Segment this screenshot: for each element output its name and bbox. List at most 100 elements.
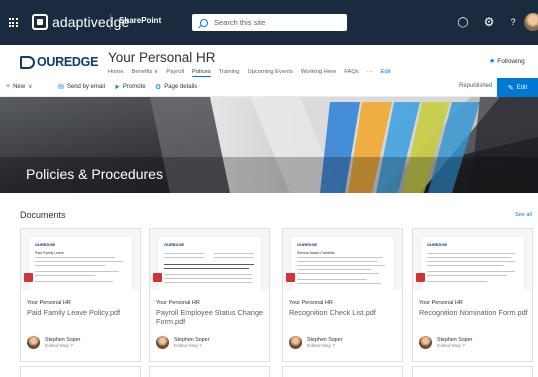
site-logo[interactable]: OUREDGE [20,55,98,69]
page-details-button[interactable]: ⚙ Page details [155,83,197,91]
thumbnail-logo: OUREDGE [164,242,185,247]
bell-icon[interactable]: ◯ [455,14,471,30]
send-by-email-button[interactable]: ✉ Send by email [58,83,105,91]
card-file-name[interactable]: Payroll Employee Status Change Form.pdf [156,308,266,326]
nav-item-home[interactable]: Home [108,69,123,77]
brand-logo[interactable]: adaptivedge [32,11,129,33]
command-bar: + New ∨ ✉ Send by email ➤ Promote ⚙ Page… [0,78,538,97]
thumbnail-heading: Service Award Checklist [297,251,335,255]
document-card[interactable] [412,366,533,377]
edited-date: Edited May 7 [45,343,73,349]
text-line [164,274,252,275]
documents-heading: Documents [20,210,66,220]
nav-item-upcoming-events[interactable]: Upcoming Events [247,69,292,77]
document-card[interactable] [20,366,141,377]
document-card[interactable] [149,366,270,377]
text-line [35,271,119,272]
document-card[interactable]: OUREDGE Service Award Checklist Your Per… [282,228,403,362]
nav-more-icon[interactable]: ··· [367,69,373,77]
card-author: Stephen Soper Edited May 7 [156,336,209,349]
promote-label: Promote [122,84,146,90]
document-thumbnail: OUREDGE Paid Family Leave [21,229,140,290]
document-page-preview: OUREDGE Service Award Checklist [291,237,394,290]
card-site-name: Your Personal HR [156,300,200,306]
search-input[interactable]: Search this site [214,18,265,27]
thumbnail-logo: OUREDGE [35,242,56,247]
text-line [35,261,123,262]
promote-button[interactable]: ➤ Promote [114,83,146,91]
send-label: Send by email [66,84,105,90]
see-all-link[interactable]: See all [515,212,532,218]
document-card[interactable]: OUREDGE Paid Family Leave Your Personal … [20,228,141,362]
suite-bar-divider [110,14,111,30]
search-box[interactable]: Search this site [192,14,347,31]
text-line [35,265,105,266]
nav-item-working-here[interactable]: Working Here [301,69,336,77]
card-author: Stephen Soper Edited May 7 [289,336,342,349]
document-card[interactable] [282,366,403,377]
document-thumbnail: OUREDGE Service Award Checklist [283,229,402,290]
author-name: Stephen Soper [174,336,210,343]
star-icon: ★ [489,58,496,65]
text-line [164,278,252,279]
card-author: Stephen Soper Edited May 7 [27,336,80,349]
card-file-name[interactable]: Recognition Nomination Form.pdf [419,308,529,317]
document-page-preview: OUREDGE Paid Family Leave [29,237,132,290]
search-icon [200,18,208,27]
logo-text: OUREDGE [37,55,99,69]
card-site-name: Your Personal HR [289,300,333,306]
site-title[interactable]: Your Personal HR [108,50,216,65]
thumbnail-logo: OUREDGE [297,242,318,247]
nav-item-payroll[interactable]: Payroll [166,69,184,77]
author-name: Stephen Soper [307,336,343,343]
megaphone-icon: ➤ [114,84,120,91]
document-thumbnail: OUREDGE [413,229,532,290]
card-author: Stephen Soper Edited May 7 [419,336,472,349]
settings-icon: ⚙ [155,84,162,91]
following-button[interactable]: ★ Following [489,57,525,65]
nav-edit-link[interactable]: Edit [381,69,391,77]
author-name: Stephen Soper [45,336,81,343]
new-button[interactable]: + New ∨ [6,83,33,90]
new-label: New [13,83,26,90]
author-avatar [27,336,40,349]
text-line [297,261,377,262]
avatar[interactable] [524,13,538,31]
pdf-icon [153,273,162,282]
text-line [214,253,254,254]
plus-icon: + [6,83,11,90]
nav-item-faqs[interactable]: FAQs [344,69,359,77]
mail-icon: ✉ [58,84,64,91]
top-navigation: Home Benefits ∨ Payroll Polices Training… [108,69,399,77]
text-line [427,265,503,266]
site-header: OUREDGE Your Personal HR Home Benefits ∨… [0,45,538,78]
card-site-name: Your Personal HR [27,300,71,306]
author-avatar [289,336,302,349]
product-name[interactable]: SharePoint [119,16,161,25]
text-line [35,257,115,258]
card-file-name[interactable]: Paid Family Leave Policy.pdf [27,308,137,317]
text-line [214,257,254,258]
waffle-icon[interactable] [0,0,26,45]
document-card[interactable]: OUREDGE Your Personal HR Recognition Nom… [412,228,533,362]
text-line [164,264,254,265]
nav-item-training[interactable]: Training [219,69,240,77]
author-avatar [419,336,432,349]
nav-item-benefits-label: Benefits [131,69,153,75]
text-line [164,282,252,283]
text-line [427,271,515,272]
help-icon[interactable]: ? [505,14,521,30]
nav-item-benefits[interactable]: Benefits ∨ [131,69,158,77]
nav-item-polices[interactable]: Polices [192,69,211,77]
gear-icon[interactable]: ⚙ [481,14,497,30]
pdf-icon [286,273,295,282]
edit-button[interactable]: ✎ Edit [497,78,538,97]
document-card[interactable]: OUREDGE Your Personal HR Payroll Employe… [149,228,270,362]
text-line [297,273,379,274]
card-file-name[interactable]: Recognition Check List.pdf [289,308,399,317]
following-label: Following [497,58,525,65]
brand-name: adaptivedge [52,14,130,30]
text-line [35,275,95,276]
text-line [164,253,204,254]
edited-date: Edited May 7 [174,343,202,349]
